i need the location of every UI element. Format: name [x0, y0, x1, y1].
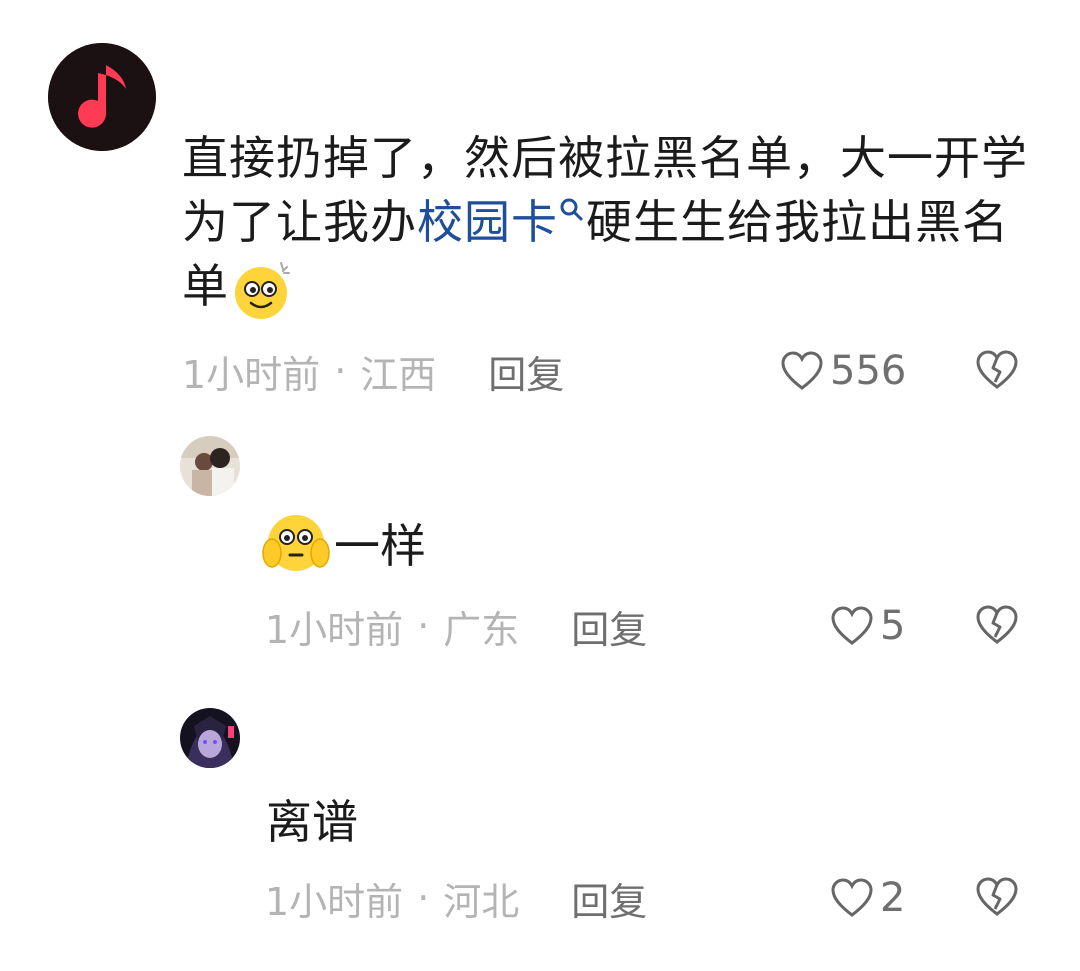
user-photo-icon [180, 436, 240, 496]
comment-time: 1小时前 [265, 879, 404, 924]
dislike-button[interactable] [975, 876, 1019, 920]
search-icon[interactable] [558, 196, 584, 222]
dislike-button[interactable] [975, 349, 1019, 393]
reply-button[interactable]: 回复 [571, 599, 647, 654]
reply-button[interactable]: 回复 [571, 871, 647, 926]
reply-text: 一样 [262, 510, 426, 576]
avatar[interactable] [48, 43, 156, 151]
comment-location: 江西 [360, 352, 437, 397]
broken-heart-icon [976, 350, 1018, 389]
comment-location: 广东 [443, 607, 520, 652]
reply-text: 离谱 [266, 786, 358, 852]
like-button[interactable]: 2 [830, 872, 905, 924]
meta-separator: · [417, 876, 430, 920]
comment-meta: 1小时前 · 广东 回复 [265, 600, 647, 652]
like-count: 5 [880, 603, 906, 649]
flushed-hands-emoji [262, 515, 330, 571]
comment-meta: 1小时前 · 江西 回复 [182, 345, 564, 397]
like-button[interactable]: 556 [780, 345, 906, 397]
like-button[interactable]: 5 [830, 600, 905, 652]
campus-card-link[interactable]: 校园卡 [417, 195, 558, 249]
comment-meta: 1小时前 · 河北 回复 [265, 872, 647, 924]
reply-text-content: 一样 [334, 519, 426, 573]
reply-text-content: 离谱 [266, 795, 358, 849]
heart-icon [831, 878, 873, 917]
meta-separator: · [417, 604, 430, 648]
avatar[interactable] [180, 708, 240, 768]
heart-icon [831, 606, 873, 645]
avatar[interactable] [180, 436, 240, 496]
anime-avatar-icon [180, 708, 240, 768]
like-count: 2 [880, 875, 906, 921]
broken-heart-icon [976, 605, 1018, 644]
music-note-icon [48, 43, 156, 151]
meta-separator: · [334, 349, 347, 393]
like-count: 556 [830, 348, 907, 394]
comment-time: 1小时前 [265, 607, 404, 652]
reply-button[interactable]: 回复 [488, 344, 564, 399]
dizzy-face-emoji [235, 261, 290, 319]
comment-time: 1小时前 [182, 352, 321, 397]
dislike-button[interactable] [975, 604, 1019, 648]
broken-heart-icon [976, 877, 1018, 916]
comment-location: 河北 [443, 879, 520, 924]
heart-icon [781, 351, 823, 390]
comment-text: 直接扔掉了，然后被拉黑名单，大一开学为了让我办校园卡 硬生生给我拉出黑名单 [182, 126, 1042, 321]
